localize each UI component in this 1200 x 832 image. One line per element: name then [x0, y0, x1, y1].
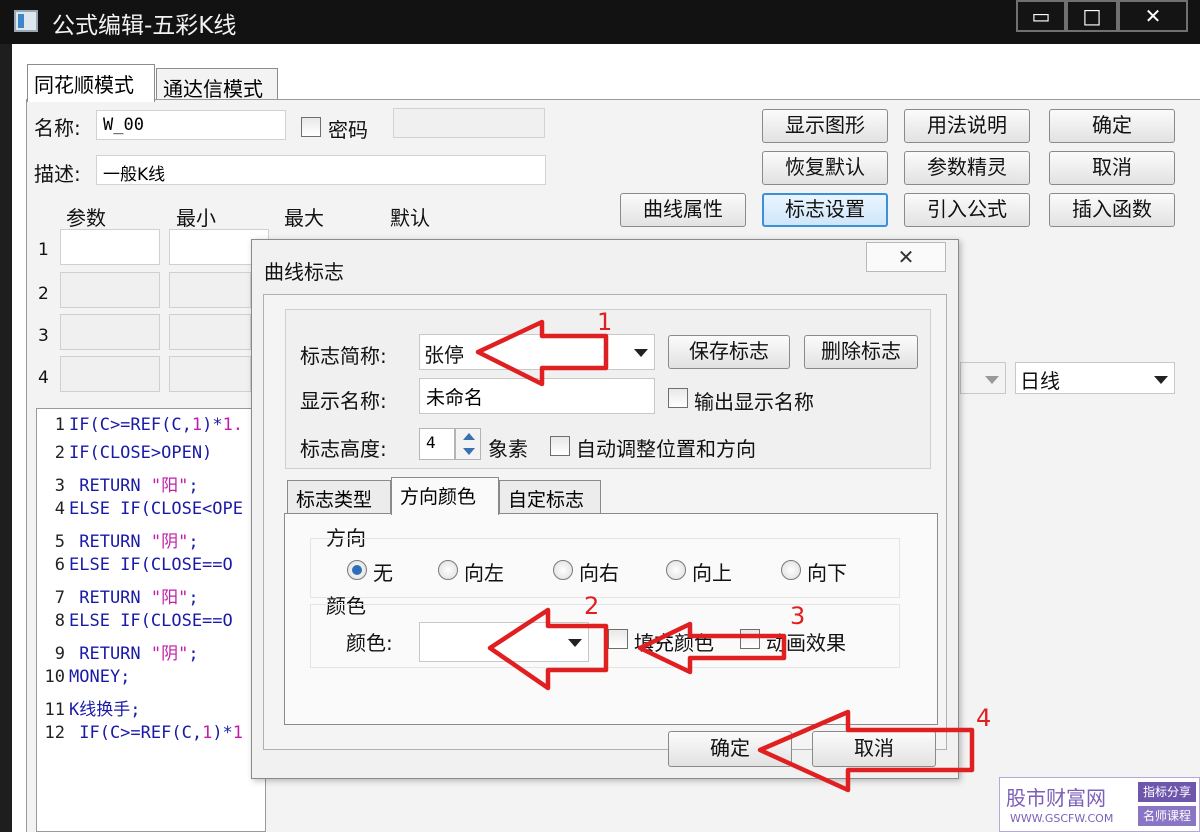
tab-direction-color[interactable]: 方向颜色 [391, 477, 499, 515]
watermark: 股市财富网 WWW.GSCFW.COM 指标分享 名师课程 [999, 777, 1200, 832]
arrow-icon [757, 709, 975, 793]
annotation-overlay [475, 319, 975, 793]
watermark-url: WWW.GSCFW.COM [1010, 812, 1114, 825]
arrow-icon [475, 319, 609, 387]
annotation-number: 1 [597, 308, 613, 336]
annotation-number: 4 [976, 704, 992, 732]
watermark-site: 股市财富网 [1006, 786, 1106, 810]
annotation-number: 2 [584, 592, 600, 620]
watermark-tag: 名师课程 [1138, 806, 1196, 826]
annotation-number: 3 [790, 602, 806, 630]
arrow-icon [487, 607, 609, 691]
arrow-icon [637, 621, 787, 675]
watermark-tag: 指标分享 [1138, 782, 1196, 802]
tab-ths-mode[interactable]: 同花顺模式 [27, 64, 155, 102]
